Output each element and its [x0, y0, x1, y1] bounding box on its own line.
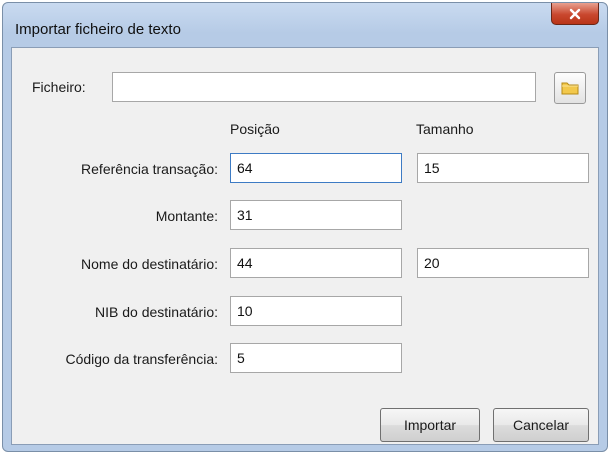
transfer-code-label: Código da transferência: — [65, 351, 218, 367]
import-button[interactable]: Importar — [380, 408, 480, 442]
reference-position-field[interactable] — [230, 153, 402, 183]
recipient-name-size-field[interactable] — [417, 248, 589, 278]
amount-label: Montante: — [155, 208, 218, 224]
reference-label: Referência transação: — [81, 161, 218, 177]
window-title: Importar ficheiro de texto — [15, 21, 181, 38]
recipient-nib-label: NIB do destinatário: — [95, 304, 218, 320]
file-path-field[interactable] — [112, 72, 536, 102]
close-icon — [569, 8, 581, 19]
recipient-name-label: Nome do destinatário: — [81, 256, 218, 272]
close-button[interactable] — [551, 3, 599, 25]
size-column-header: Tamanho — [416, 121, 474, 137]
dialog-body: Ficheiro: Posição Tamanho Referência tra… — [11, 47, 599, 445]
title-bar[interactable]: Importar ficheiro de texto — [3, 3, 607, 45]
amount-position-field[interactable] — [230, 200, 402, 230]
cancel-button[interactable]: Cancelar — [493, 408, 589, 442]
recipient-nib-position-field[interactable] — [230, 296, 402, 326]
dialog-window: Importar ficheiro de texto Ficheiro: Pos… — [2, 2, 608, 452]
recipient-name-position-field[interactable] — [230, 248, 402, 278]
file-label: Ficheiro: — [32, 79, 86, 95]
position-column-header: Posição — [230, 121, 280, 137]
reference-size-field[interactable] — [417, 153, 589, 183]
folder-icon — [561, 82, 579, 95]
transfer-code-position-field[interactable] — [230, 343, 402, 373]
browse-button[interactable] — [554, 72, 586, 104]
